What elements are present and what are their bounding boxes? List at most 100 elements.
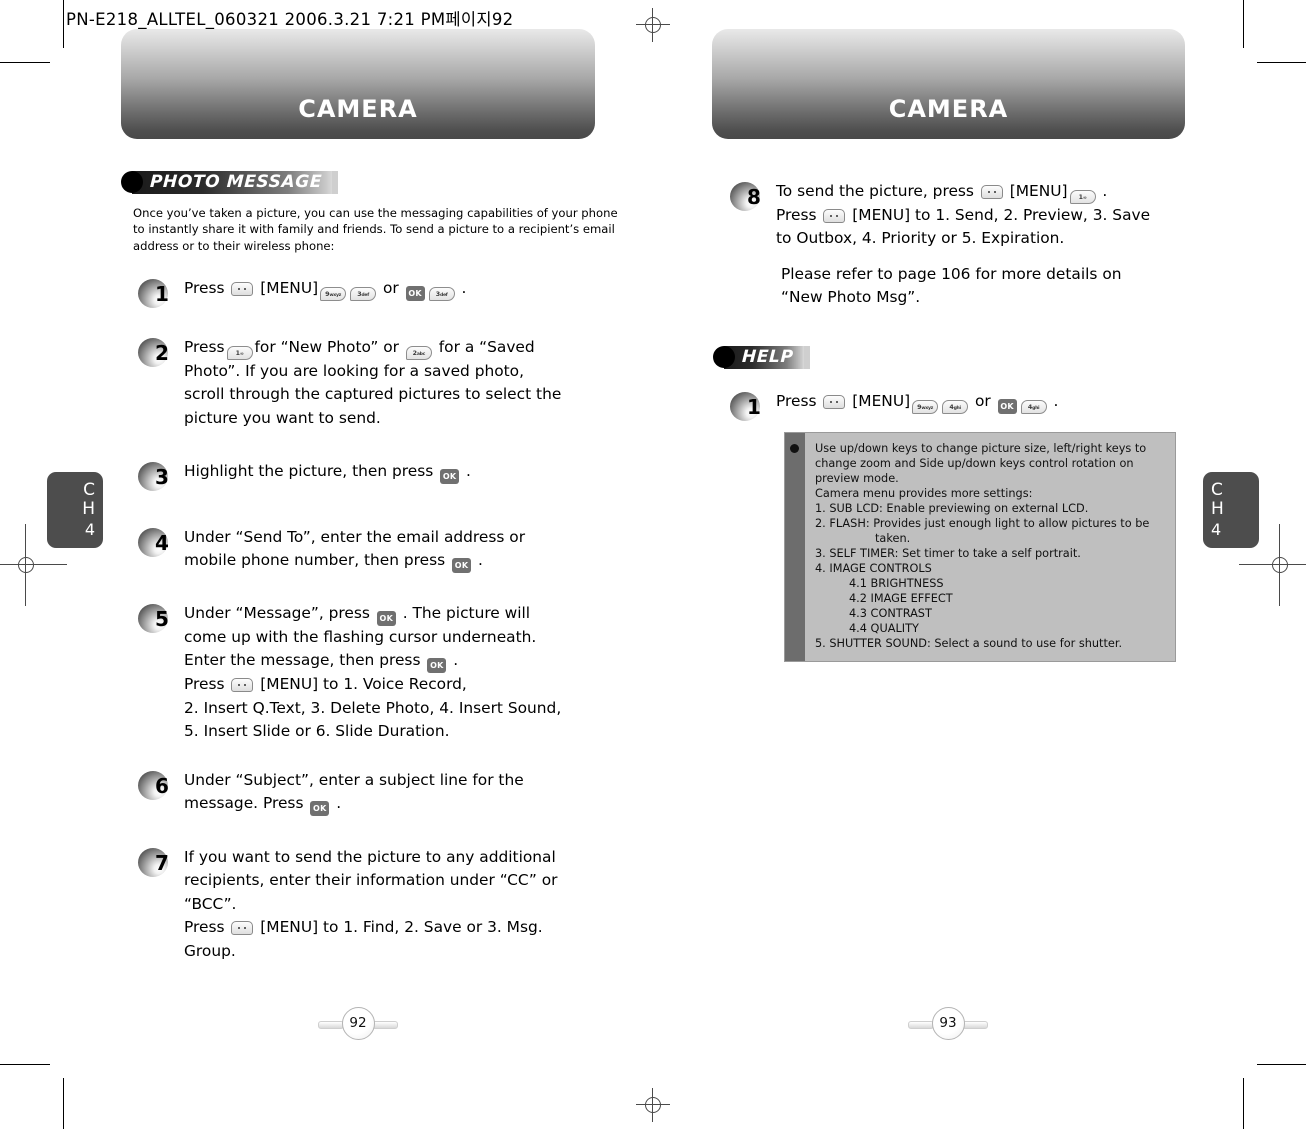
step-text: 5. Insert Slide or 6. Slide Duration. [184,722,450,741]
ok-key-icon: OK [376,611,396,626]
step-line: Press [MENU] 9wxyz 3def or OK 3def . [184,277,466,301]
step-number-badge: 7 [138,846,178,878]
step-text: . [331,794,342,813]
prepress-header-text: PN-E218_ALLTEL_060321 2006.3.21 7:21 PM페… [66,10,514,29]
numeric-key-letters: ghi [953,406,962,411]
step-line: Press 1∞ for “New Photo” or 2abc for a “Sa… [184,336,561,360]
menu-key-icon [231,921,254,936]
step-line: message. Press OK . [184,792,524,817]
step-text: . [448,651,459,670]
step-number-badge: 2 [138,336,178,368]
step-number-value: 3 [155,465,169,489]
chapter-tab-left: C H 4 [47,472,103,548]
step-text: . [456,279,467,297]
menu-key-icon [823,209,846,223]
numbered-step: 3 Highlight the picture, then press OK . [138,460,471,492]
numeric-key-letters: ghi [1032,406,1040,411]
ok-key-icon: OK [452,558,472,574]
step-line: Under “Message”, press OK . The picture … [184,602,561,626]
step-line: 2. Insert Q.Text, 3. Delete Photo, 4. In… [184,697,561,720]
step-text: “BCC”. [184,894,237,913]
step-number-value: 7 [155,851,169,875]
step-number-badge: 1 [138,277,178,309]
numbered-step: 5 Under “Message”, press OK . The picture… [138,602,561,744]
step-text: [MENU] [847,392,911,410]
registration-mark-left [0,524,67,606]
help-box-line: 4.4 QUALITY [849,622,919,636]
intro-paragraph: Once you’ve taken a picture, you can use… [133,206,618,253]
step-line: Photo”. If you are looking for a saved p… [184,360,561,383]
step-text: recipients, enter their information unde… [184,871,558,890]
step-text: Photo”. If you are looking for a saved p… [184,362,524,380]
step-line: to Outbox, 4. Priority or 5. Expiration. [776,227,1150,250]
manual-spread: PN-E218_ALLTEL_060321 2006.3.21 7:21 PM페… [0,0,1306,1129]
left-banner-title: CAMERA [298,95,418,123]
right-page-note: Please refer to page 106 for more detail… [781,263,1122,310]
help-box-line: change zoom and Side up/down keys contro… [815,457,1134,471]
step-text: Under “Message”, press [184,604,375,622]
step-line: picture you want to send. [184,407,561,430]
step-number-value: 5 [155,607,169,631]
step-number-badge: 4 [138,526,178,558]
page-number-wing-left [908,1021,934,1029]
numeric-key-letters: ∞ [1082,196,1087,201]
badge-dot-icon [121,171,143,193]
step-line: Press [MENU] to 1. Voice Record, [184,673,561,696]
step-text: [MENU] [1004,182,1068,200]
step-line: scroll through the captured pictures to … [184,383,561,406]
step-line: Under “Subject”, enter a subject line fo… [184,769,524,792]
crop-mark-top-left-h [0,62,50,63]
step-text: Group. [184,941,236,960]
step-number-value: 8 [747,185,761,209]
step-text: come up with the flashing cursor underne… [184,628,537,646]
step-text-body: Under “Subject”, enter a subject line fo… [184,769,524,817]
numeric-key-letters: def [439,293,448,298]
crop-mark-top-right-v [1243,0,1244,48]
numbered-step: 6 Under “Subject”, enter a subject line f… [138,769,524,817]
step-text: 2. Insert Q.Text, 3. Delete Photo, 4. In… [184,698,562,717]
step-number-value: 6 [155,774,169,798]
numeric-key-icon: 3def [350,287,377,301]
help-box-line: 4.2 IMAGE EFFECT [849,592,953,606]
crop-mark-top-left-v [63,0,64,48]
numeric-key-icon: 3def [428,287,455,301]
step-text-body: Press [MENU] 9wxyz 4ghi or OK 4ghi . [776,390,1058,414]
help-box-line: preview mode. [815,472,899,486]
bullet-icon [790,444,799,453]
photo-message-badge-label: PHOTO MESSAGE [149,172,323,192]
step-text: Press [184,338,225,356]
step-text: for a “Saved [433,338,535,356]
help-box-content: Use up/down keys to change picture size,… [805,433,1159,661]
left-page-banner: CAMERA [121,29,595,139]
step-text: message. Press [184,794,309,813]
help-info-box: Use up/down keys to change picture size,… [784,432,1176,663]
step-text: or [970,392,996,410]
step-text: for “New Photo” or [254,338,404,356]
step-text: To send the picture, press [776,182,979,200]
numbered-step: 8 To send the picture, press [MENU] 1∞ . Pr… [730,180,1150,251]
step-text: picture you want to send. [184,408,381,427]
step-line: recipients, enter their information unde… [184,869,558,892]
step-line: Group. [184,940,558,963]
help-box-line: Use up/down keys to change picture size,… [815,442,1147,455]
step-text-body: Press [MENU] 9wxyz 3def or OK 3def . [184,277,466,301]
chapter-tab-right-letters: C H [1211,480,1224,519]
menu-key-icon [231,678,254,693]
step-text: Press [184,918,230,937]
help-box-line: 5. SHUTTER SOUND: Select a sound to use … [815,637,1123,651]
page-number-wing-right [962,1021,988,1029]
step-text: or [378,279,404,297]
help-box-line: 2. FLASH: Provides just enough light to … [815,517,1150,531]
numeric-key-letters: ∞ [239,352,244,357]
help-box-line: 3. SELF TIMER: Set timer to take a self … [815,547,1081,561]
step-text-body: To send the picture, press [MENU] 1∞ . Pre… [776,180,1150,251]
step-line: Under “Send To”, enter the email address… [184,526,525,549]
page-number-wing-right [372,1021,398,1029]
photo-message-badge: PHOTO MESSAGE [121,170,339,194]
step-line: come up with the flashing cursor underne… [184,626,561,649]
numeric-key-icon: 1∞ [1069,190,1096,204]
step-text: Press [776,206,822,224]
crop-mark-top-right-h [1257,62,1306,63]
step-text: [MENU] to 1. Find, 2. Save or 3. Msg. [255,918,543,937]
step-text: . [461,462,471,480]
